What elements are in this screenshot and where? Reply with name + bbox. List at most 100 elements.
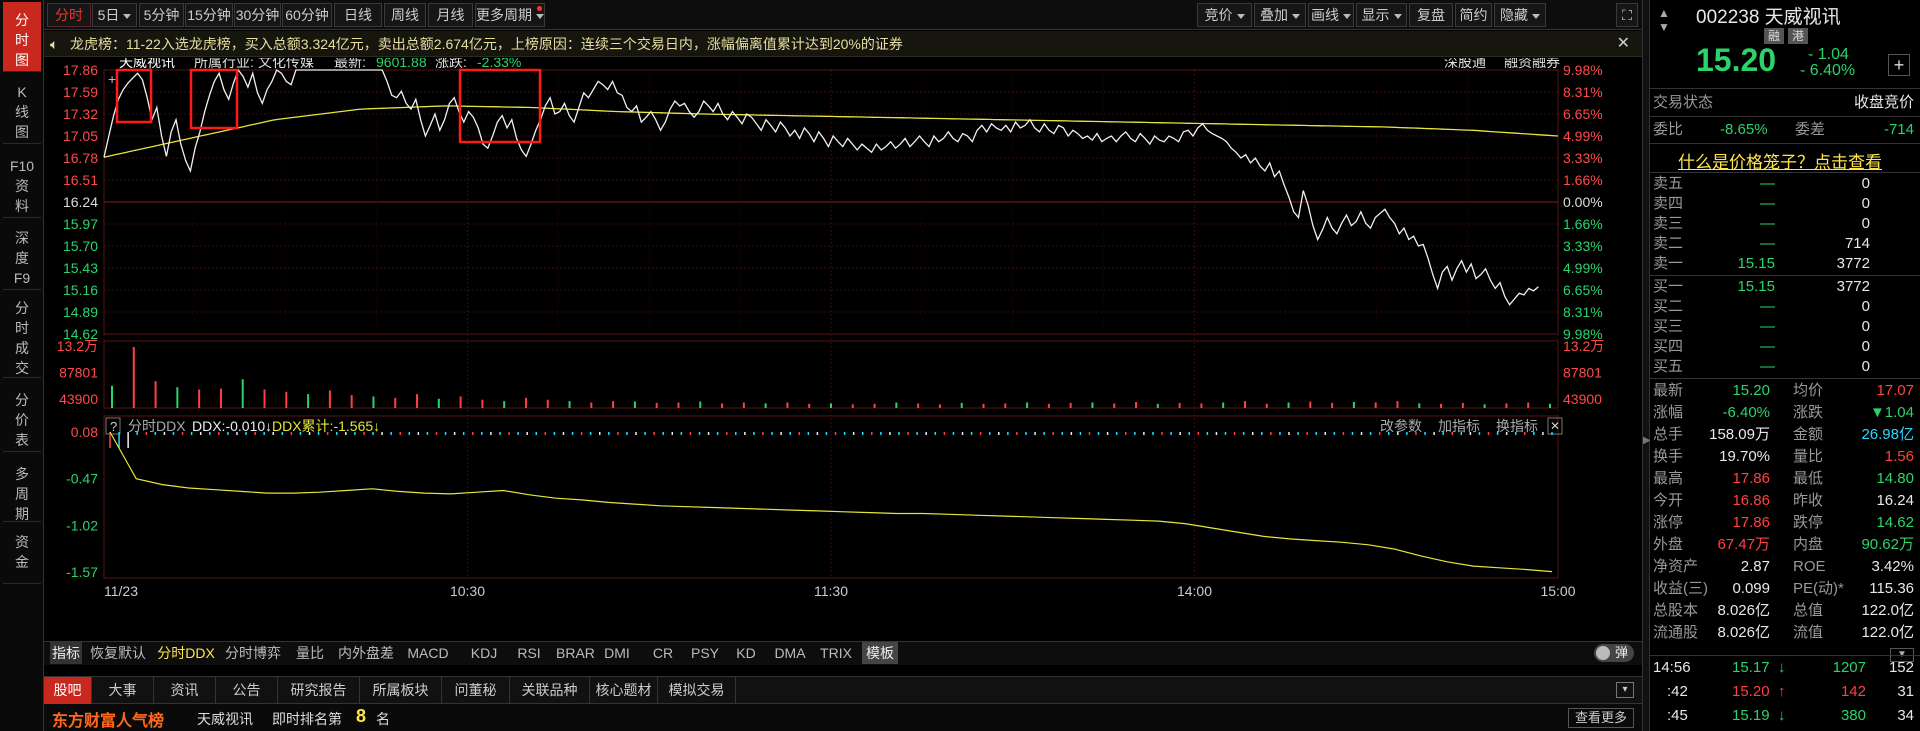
toolbar-btn-7[interactable]: 隐藏 <box>1494 3 1546 27</box>
nav-item-6[interactable]: 分价表 <box>3 382 41 452</box>
ddx-action-link[interactable]: 改参数 <box>1380 418 1422 434</box>
stat-value: 115.36 <box>1869 580 1914 597</box>
toolbar-btn-2[interactable]: 叠加 <box>1254 3 1306 27</box>
down-arrow-nav-icon[interactable]: ▼ <box>1658 20 1670 34</box>
notice-text[interactable]: 龙虎榜：11-22入选龙虎榜，买入总额3.324亿元，卖出总额2.674亿元，上… <box>70 31 903 57</box>
period-btn-10[interactable]: 更多周期 <box>475 3 545 27</box>
period-btn-3[interactable]: 5分钟 <box>139 3 184 27</box>
indicator-btn-13[interactable]: PSY <box>687 642 723 664</box>
period-toolbar: 分时 5日 5分钟 15分钟 30分钟 60分钟 日线 周线 月线 更多周期 竞价 叠加 画线 显示 复盘简… <box>44 0 1642 30</box>
nav-item-4[interactable]: 深度 F9 <box>3 220 41 290</box>
info-tab-10[interactable]: 模拟交易 <box>658 677 736 704</box>
chart-header-link[interactable]: 深股通 <box>1444 58 1486 70</box>
chart-header-link[interactable]: 融资融券 <box>1504 58 1560 70</box>
toolbar-btn-5[interactable]: 复盘 <box>1409 3 1453 27</box>
period-btn-9[interactable]: 月线 <box>428 3 473 27</box>
toolbar-label: 画线 <box>1311 7 1339 23</box>
period-btn-6[interactable]: 60分钟 <box>282 3 332 27</box>
fullscreen-icon[interactable]: ⛶ <box>1616 3 1638 27</box>
ddx-label[interactable]: 分时DDX <box>128 418 186 434</box>
stat-label: 总值 <box>1793 602 1824 619</box>
indicator-btn-4[interactable]: 分时博弈 <box>222 642 284 664</box>
tick-row: :42 15.20 ↑ 142 31 <box>1650 681 1920 703</box>
trade-status-label: 交易状态 <box>1653 94 1714 111</box>
indicator-btn-14[interactable]: KD <box>730 642 762 664</box>
sells-level[interactable]: 卖三 — 0 <box>1650 214 1920 234</box>
ddx-cum-value: DDX累计:-1.565↓ <box>272 418 380 434</box>
stat-row: 最新 15.20 均价 17.07 <box>1650 380 1920 402</box>
period-btn-1[interactable]: 分时 <box>47 3 91 27</box>
info-tab-8[interactable]: 关联品种 <box>510 677 590 704</box>
period-btn-8[interactable]: 周线 <box>384 3 426 27</box>
ddx-value: DDX:-0.010↓ <box>192 418 272 434</box>
buys-level[interactable]: 买五 — 0 <box>1650 357 1920 377</box>
indicator-btn-11[interactable]: DMI <box>597 642 637 664</box>
buys-level[interactable]: 买四 — 0 <box>1650 337 1920 357</box>
sells-price: — <box>1760 175 1775 192</box>
rank-label: 即时排名第 <box>272 711 342 727</box>
indicator-btn-5[interactable]: 量比 <box>290 642 330 664</box>
info-tab-1[interactable]: 股吧 <box>44 677 92 704</box>
price-cage-link[interactable]: 什么是价格笼子？点击查看 <box>1678 148 1882 173</box>
stat-value: 122.0亿 <box>1861 602 1914 619</box>
info-tab-6[interactable]: 所属板块 <box>360 677 442 704</box>
indicator-btn-17[interactable]: 模板 <box>862 642 898 664</box>
sells-level[interactable]: 卖四 — 0 <box>1650 194 1920 214</box>
info-tab-3[interactable]: 资讯 <box>154 677 216 704</box>
buys-level[interactable]: 买二 — 0 <box>1650 297 1920 317</box>
indicator-btn-2[interactable]: 恢复默认 <box>86 642 150 664</box>
close-icon[interactable]: ✕ <box>1617 31 1630 57</box>
toolbar-btn-3[interactable]: 画线 <box>1308 3 1354 27</box>
info-tab-2[interactable]: 大事 <box>92 677 154 704</box>
buys-level[interactable]: 买三 — 0 <box>1650 317 1920 337</box>
indicator-btn-8[interactable]: KDJ <box>464 642 504 664</box>
period-label: 月线 <box>436 7 465 23</box>
nav-item-5[interactable]: 分时成交 <box>3 294 41 378</box>
panel-toggle-icon[interactable]: ▾ <box>1616 682 1634 698</box>
nav-item-char: 资 <box>15 178 29 194</box>
indicator-btn-1[interactable]: 指标 <box>50 642 82 664</box>
industry-value[interactable]: 文化传媒 <box>258 58 314 70</box>
info-tab-7[interactable]: 问董秘 <box>442 677 510 704</box>
nav-item-3[interactable]: F10 资料 <box>3 148 41 218</box>
bullet-toggle[interactable]: 弹 <box>1594 644 1634 662</box>
toolbar-btn-1[interactable]: 竞价 <box>1197 3 1252 27</box>
toolbar-btn-4[interactable]: 显示 <box>1356 3 1407 27</box>
brand-label[interactable]: 东方财富人气榜 <box>52 707 164 731</box>
panel-splitter[interactable]: ▶ <box>1642 0 1651 731</box>
add-watch-button[interactable]: + <box>1888 54 1910 76</box>
buys-volume: 0 <box>1861 318 1870 335</box>
nav-item-8[interactable]: 资金 <box>3 524 41 584</box>
period-btn-5[interactable]: 30分钟 <box>234 3 281 27</box>
sells-level[interactable]: 卖二 — 714 <box>1650 234 1920 254</box>
sells-level[interactable]: 卖五 — 0 <box>1650 174 1920 194</box>
indicator-btn-6[interactable]: 内外盘差 <box>336 642 396 664</box>
info-tab-9[interactable]: 核心题材 <box>590 677 658 704</box>
y-tick-left: 17.32 <box>63 106 98 122</box>
intraday-chart[interactable]: 17.86 17.59 17.32 17.05 16.78 16.51 16.24 15.97… <box>44 58 1642 641</box>
indicator-btn-9[interactable]: RSI <box>510 642 548 664</box>
info-tab-5[interactable]: 研究报告 <box>278 677 360 704</box>
indicator-btn-16[interactable]: TRIX <box>816 642 856 664</box>
indicator-btn-10[interactable]: BRAR <box>556 642 595 664</box>
nav-item-2[interactable]: K线图 <box>3 74 41 144</box>
indicator-btn-3[interactable]: 分时DDX <box>156 642 216 664</box>
ddx-action-link[interactable]: 换指标 <box>1496 418 1538 434</box>
nav-item-7[interactable]: 多周期 <box>3 456 41 522</box>
indicator-btn-12[interactable]: CR <box>646 642 680 664</box>
sells-level[interactable]: 卖一 15.15 3772 <box>1650 254 1920 274</box>
buys-level[interactable]: 买一 15.15 3772 <box>1650 277 1920 297</box>
period-btn-7[interactable]: 日线 <box>334 3 382 27</box>
ddx-action-link[interactable]: 加指标 <box>1438 418 1480 434</box>
toolbar-btn-6[interactable]: 简约 <box>1455 3 1492 27</box>
nav-item-1[interactable]: 分时图 <box>3 2 41 72</box>
info-tab-4[interactable]: 公告 <box>216 677 278 704</box>
indicator-btn-15[interactable]: DMA <box>771 642 809 664</box>
tick-row: 14:56 15.17 ↓ 1207 152 <box>1650 657 1920 679</box>
period-btn-2[interactable]: 5日 <box>92 3 137 27</box>
up-arrow-nav-icon[interactable]: ▲ <box>1658 6 1670 20</box>
view-more-button[interactable]: 查看更多 <box>1567 708 1634 728</box>
indicator-btn-7[interactable]: MACD <box>402 642 454 664</box>
period-btn-4[interactable]: 15分钟 <box>185 3 233 27</box>
intraday-chart-area[interactable]: 17.86 17.59 17.32 17.05 16.78 16.51 16.24 15.97… <box>44 58 1642 641</box>
